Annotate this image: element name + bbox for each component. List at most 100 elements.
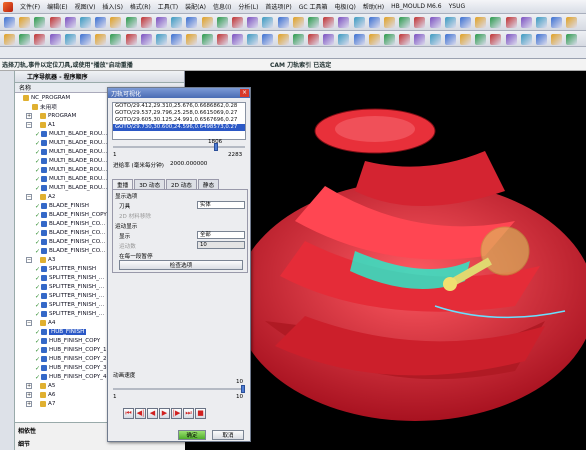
goto-list[interactable]: GOTO/29.412,29.310,25.676,0.6686862,0.28… bbox=[112, 102, 246, 140]
new-icon[interactable] bbox=[186, 34, 198, 45]
window-icon[interactable] bbox=[156, 34, 167, 45]
goto-list-item[interactable]: GOTO/29.537,29.796,25.258,0.6615069,0.27 bbox=[113, 110, 245, 117]
help-icon[interactable] bbox=[353, 17, 365, 28]
menu-item[interactable]: 格式(R) bbox=[130, 2, 151, 11]
speed-slider-thumb[interactable] bbox=[241, 385, 245, 393]
start-icon[interactable] bbox=[490, 17, 502, 28]
expand-toggle-icon[interactable]: + bbox=[26, 400, 32, 407]
window-icon[interactable] bbox=[520, 34, 532, 45]
menu-item[interactable]: 工具(T) bbox=[158, 2, 178, 11]
cut-icon[interactable] bbox=[232, 34, 243, 45]
step-back-icon[interactable]: ◀| bbox=[135, 408, 146, 419]
menu-item[interactable]: HB_MOULD M6.6 bbox=[391, 3, 442, 10]
start-icon[interactable] bbox=[490, 34, 502, 45]
paste-icon[interactable] bbox=[80, 17, 91, 28]
save-icon[interactable] bbox=[399, 17, 411, 28]
undo-icon[interactable] bbox=[277, 34, 289, 45]
step-forward-icon[interactable]: |▶ bbox=[171, 408, 182, 419]
undo-icon[interactable] bbox=[460, 17, 471, 28]
cancel-button[interactable]: 取消 bbox=[212, 430, 244, 440]
start-icon[interactable] bbox=[125, 34, 137, 45]
check-options-button[interactable]: 检查选项 bbox=[119, 260, 243, 270]
cut-icon[interactable] bbox=[49, 34, 61, 45]
tab-replay[interactable]: 重播 bbox=[112, 179, 134, 189]
paste-icon[interactable] bbox=[262, 17, 274, 28]
expand-toggle-icon[interactable]: + bbox=[26, 382, 32, 389]
help-icon[interactable] bbox=[171, 17, 183, 28]
open-icon[interactable] bbox=[566, 17, 578, 28]
speed-slider-track[interactable] bbox=[113, 385, 245, 393]
redo-icon[interactable] bbox=[110, 34, 122, 45]
expand-toggle-icon[interactable]: + bbox=[26, 112, 32, 119]
pause-checkbox-label[interactable]: 在每一段暂停 bbox=[119, 252, 153, 260]
command-finder-icon[interactable] bbox=[140, 34, 152, 45]
expand-toggle-icon[interactable]: − bbox=[26, 256, 32, 263]
menu-item[interactable]: 插入(S) bbox=[102, 2, 123, 11]
undo-icon[interactable] bbox=[277, 17, 289, 28]
redo-icon[interactable] bbox=[475, 17, 487, 28]
command-finder-icon[interactable] bbox=[323, 17, 335, 28]
open-icon[interactable] bbox=[384, 17, 395, 28]
copy-icon[interactable] bbox=[429, 34, 441, 45]
motion-slider-track[interactable] bbox=[113, 143, 245, 151]
paste-icon[interactable] bbox=[444, 34, 456, 45]
goto-list-item[interactable]: GOTO/29.412,29.310,25.676,0.6686862,0.28 bbox=[113, 103, 245, 110]
save-icon[interactable] bbox=[216, 17, 228, 28]
expand-toggle-icon[interactable]: + bbox=[26, 391, 32, 398]
start-icon[interactable] bbox=[125, 17, 137, 28]
window-icon[interactable] bbox=[338, 17, 350, 28]
open-icon[interactable] bbox=[201, 34, 213, 45]
save-icon[interactable] bbox=[34, 34, 46, 45]
paste-icon[interactable] bbox=[80, 34, 91, 45]
window-icon[interactable] bbox=[156, 17, 167, 28]
start-icon[interactable] bbox=[308, 17, 319, 28]
tab-2d-dynamic[interactable]: 2D 动态 bbox=[166, 179, 197, 189]
new-icon[interactable] bbox=[4, 34, 15, 45]
save-icon[interactable] bbox=[216, 34, 228, 45]
menu-item[interactable]: YSUG bbox=[449, 3, 466, 10]
redo-icon[interactable] bbox=[292, 17, 304, 28]
help-icon[interactable] bbox=[536, 34, 547, 45]
save-icon[interactable] bbox=[399, 34, 411, 45]
window-icon[interactable] bbox=[338, 34, 350, 45]
tab-static[interactable]: 静态 bbox=[197, 179, 220, 189]
new-icon[interactable] bbox=[4, 17, 15, 28]
play-reverse-icon[interactable]: ◀ bbox=[147, 408, 158, 419]
copy-icon[interactable] bbox=[247, 34, 259, 45]
fast-forward-icon[interactable]: ⏭ bbox=[183, 408, 194, 419]
tool-dropdown[interactable]: 实体 bbox=[197, 201, 245, 209]
new-icon[interactable] bbox=[368, 34, 380, 45]
close-icon[interactable]: × bbox=[240, 89, 249, 97]
open-icon[interactable] bbox=[384, 34, 395, 45]
display-dropdown[interactable]: 全部 bbox=[197, 231, 245, 239]
copy-icon[interactable] bbox=[247, 17, 259, 28]
cut-icon[interactable] bbox=[232, 17, 243, 28]
menu-item[interactable]: 视图(V) bbox=[75, 2, 96, 11]
rewind-to-start-icon[interactable]: ⏮ bbox=[123, 408, 134, 419]
command-finder-icon[interactable] bbox=[505, 17, 517, 28]
window-icon[interactable] bbox=[520, 17, 532, 28]
open-icon[interactable] bbox=[19, 34, 31, 45]
open-icon[interactable] bbox=[566, 34, 578, 45]
new-icon[interactable] bbox=[551, 34, 563, 45]
cut-icon[interactable] bbox=[49, 17, 61, 28]
redo-icon[interactable] bbox=[475, 34, 487, 45]
redo-icon[interactable] bbox=[110, 17, 122, 28]
help-icon[interactable] bbox=[171, 34, 183, 45]
menu-item[interactable]: 信息(I) bbox=[213, 2, 231, 11]
copy-icon[interactable] bbox=[429, 17, 441, 28]
cut-icon[interactable] bbox=[414, 34, 426, 45]
open-icon[interactable] bbox=[19, 17, 31, 28]
cut-icon[interactable] bbox=[414, 17, 426, 28]
undo-icon[interactable] bbox=[95, 34, 107, 45]
tab-3d-dynamic[interactable]: 3D 动态 bbox=[134, 179, 166, 189]
ok-button[interactable]: 确定 bbox=[178, 430, 206, 440]
new-icon[interactable] bbox=[186, 17, 198, 28]
paste-icon[interactable] bbox=[444, 17, 456, 28]
stop-icon[interactable]: ■ bbox=[195, 408, 206, 419]
save-icon[interactable] bbox=[34, 17, 46, 28]
menu-item[interactable]: 分析(L) bbox=[238, 2, 258, 11]
menu-item[interactable]: GC 工具箱 bbox=[299, 2, 328, 11]
menu-item[interactable]: 帮助(H) bbox=[363, 2, 384, 11]
new-icon[interactable] bbox=[551, 17, 563, 28]
